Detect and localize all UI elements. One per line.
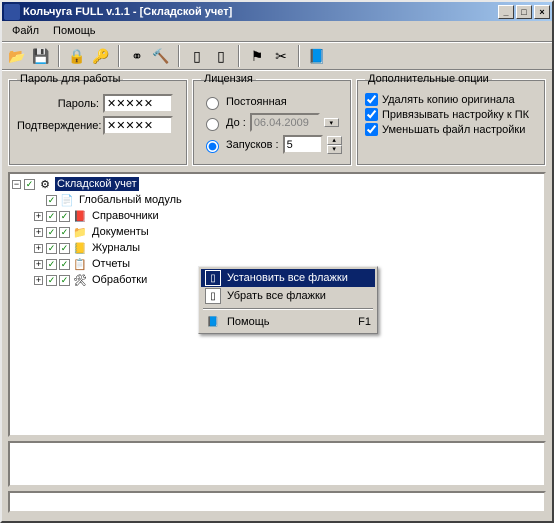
menubar: Файл Помощь <box>2 21 552 41</box>
check2-n3[interactable]: ✓ <box>59 227 70 238</box>
tree-n1[interactable]: Глобальный модуль <box>77 193 184 207</box>
check-bind-pc[interactable] <box>365 108 378 121</box>
group-password-legend: Пароль для работы <box>17 73 123 85</box>
check-n4[interactable]: ✓ <box>46 243 57 254</box>
password-input[interactable] <box>103 94 173 113</box>
tb-checkall-icon[interactable]: ▯ <box>186 45 208 67</box>
group-options: Дополнительные опции Удалять копию ориги… <box>356 73 546 166</box>
tree-panel: − ✓ ⚙ Складской учет ✓ 📄 Глобальный моду… <box>8 172 546 437</box>
cm-help-key: F1 <box>358 316 371 328</box>
folder-icon: 📁 <box>72 226 88 239</box>
menu-file[interactable]: Файл <box>6 23 45 39</box>
runs-input[interactable] <box>283 135 323 154</box>
label-runs: Запусков : <box>226 139 279 151</box>
tree-n5[interactable]: Отчеты <box>90 257 132 271</box>
label-opt2: Привязывать настройку к ПК <box>382 109 529 121</box>
group-password: Пароль для работы Пароль: Подтверждение: <box>8 73 188 166</box>
cm-set-all[interactable]: ▯ Установить все флажки <box>201 269 375 287</box>
label-opt3: Уменьшать файл настройки <box>382 124 525 136</box>
title-text: Кольчуга FULL v.1.1 - [Складской учет] <box>23 6 496 18</box>
check-n3[interactable]: ✓ <box>46 227 57 238</box>
radio-permanent[interactable] <box>206 97 219 110</box>
log-panel[interactable] <box>8 441 546 487</box>
cm-clear-all-label: Убрать все флажки <box>227 290 371 302</box>
close-button[interactable]: × <box>534 5 550 19</box>
runs-spin-down[interactable]: ▾ <box>327 145 342 154</box>
tb-save-icon[interactable]: 💾 <box>30 45 52 67</box>
tb-help-icon[interactable]: 📘 <box>306 45 328 67</box>
process-icon: 🛠 <box>72 274 88 287</box>
check-n5[interactable]: ✓ <box>46 259 57 270</box>
app-icon <box>4 4 20 20</box>
until-date-input[interactable] <box>250 113 320 132</box>
group-license: Лицензия Постоянная До : ▾ Запусков : ▴ … <box>192 73 352 166</box>
module-icon: 📄 <box>59 194 75 207</box>
expander-n6[interactable]: + <box>34 276 43 285</box>
context-menu: ▯ Установить все флажки ▯ Убрать все фла… <box>198 266 378 334</box>
runs-spin-up[interactable]: ▴ <box>327 136 342 145</box>
tb-uncheckall-icon[interactable]: ▯ <box>210 45 232 67</box>
expander-n2[interactable]: + <box>34 212 43 221</box>
label-until: До : <box>226 117 246 129</box>
check2-n4[interactable]: ✓ <box>59 243 70 254</box>
expander-n5[interactable]: + <box>34 260 43 269</box>
cm-help-label: Помощь <box>227 316 352 328</box>
radio-runs[interactable] <box>206 140 219 153</box>
report-icon: 📋 <box>72 258 88 271</box>
config-icon: ⚙ <box>37 178 53 191</box>
password-label: Пароль: <box>17 98 99 110</box>
check-off-icon: ▯ <box>205 288 221 304</box>
tb-key-icon[interactable]: 🔑 <box>90 45 112 67</box>
minimize-button[interactable]: _ <box>498 5 514 19</box>
maximize-button[interactable]: □ <box>516 5 532 19</box>
check-n1[interactable]: ✓ <box>46 195 57 206</box>
tb-hammer-icon[interactable]: 🔨 <box>150 45 172 67</box>
titlebar: Кольчуга FULL v.1.1 - [Складской учет] _… <box>2 2 552 21</box>
expander-n3[interactable]: + <box>34 228 43 237</box>
confirm-input[interactable] <box>103 116 173 135</box>
label-opt1: Удалять копию оригинала <box>382 94 515 106</box>
check2-n2[interactable]: ✓ <box>59 211 70 222</box>
tree-n2[interactable]: Справочники <box>90 209 161 223</box>
tb-flag-icon[interactable]: ⚑ <box>246 45 268 67</box>
expander-root[interactable]: − <box>12 180 21 189</box>
radio-until[interactable] <box>206 118 219 131</box>
tree-n6[interactable]: Обработки <box>90 273 149 287</box>
check-n2[interactable]: ✓ <box>46 211 57 222</box>
check-on-icon: ▯ <box>205 270 221 286</box>
toolbar: 📂 💾 🔒 🔑 ⚭ 🔨 ▯ ▯ ⚑ ✂ 📘 <box>2 41 552 71</box>
tree-root[interactable]: Складской учет <box>55 177 139 191</box>
cm-help[interactable]: 📘 Помощь F1 <box>201 313 375 331</box>
check-n6[interactable]: ✓ <box>46 275 57 286</box>
tb-open-icon[interactable]: 📂 <box>6 45 28 67</box>
status-panel <box>8 491 546 513</box>
cm-set-all-label: Установить все флажки <box>227 272 371 284</box>
confirm-label: Подтверждение: <box>17 120 99 132</box>
tb-link-icon[interactable]: ⚭ <box>126 45 148 67</box>
book-icon: 📕 <box>72 210 88 223</box>
menu-help[interactable]: Помощь <box>47 23 102 39</box>
check2-n5[interactable]: ✓ <box>59 259 70 270</box>
check2-n6[interactable]: ✓ <box>59 275 70 286</box>
date-dropdown-icon[interactable]: ▾ <box>324 118 339 127</box>
expander-n4[interactable]: + <box>34 244 43 253</box>
group-license-legend: Лицензия <box>201 73 256 85</box>
check-root[interactable]: ✓ <box>24 179 35 190</box>
check-reduce-file[interactable] <box>365 123 378 136</box>
tb-tool-icon[interactable]: ✂ <box>270 45 292 67</box>
check-delete-copy[interactable] <box>365 93 378 106</box>
cm-clear-all[interactable]: ▯ Убрать все флажки <box>201 287 375 305</box>
journal-icon: 📒 <box>72 242 88 255</box>
help-book-icon: 📘 <box>205 314 221 330</box>
group-options-legend: Дополнительные опции <box>365 73 492 85</box>
tree-n3[interactable]: Документы <box>90 225 151 239</box>
tree-n4[interactable]: Журналы <box>90 241 142 255</box>
tb-lock-icon[interactable]: 🔒 <box>66 45 88 67</box>
label-permanent: Постоянная <box>226 96 287 108</box>
